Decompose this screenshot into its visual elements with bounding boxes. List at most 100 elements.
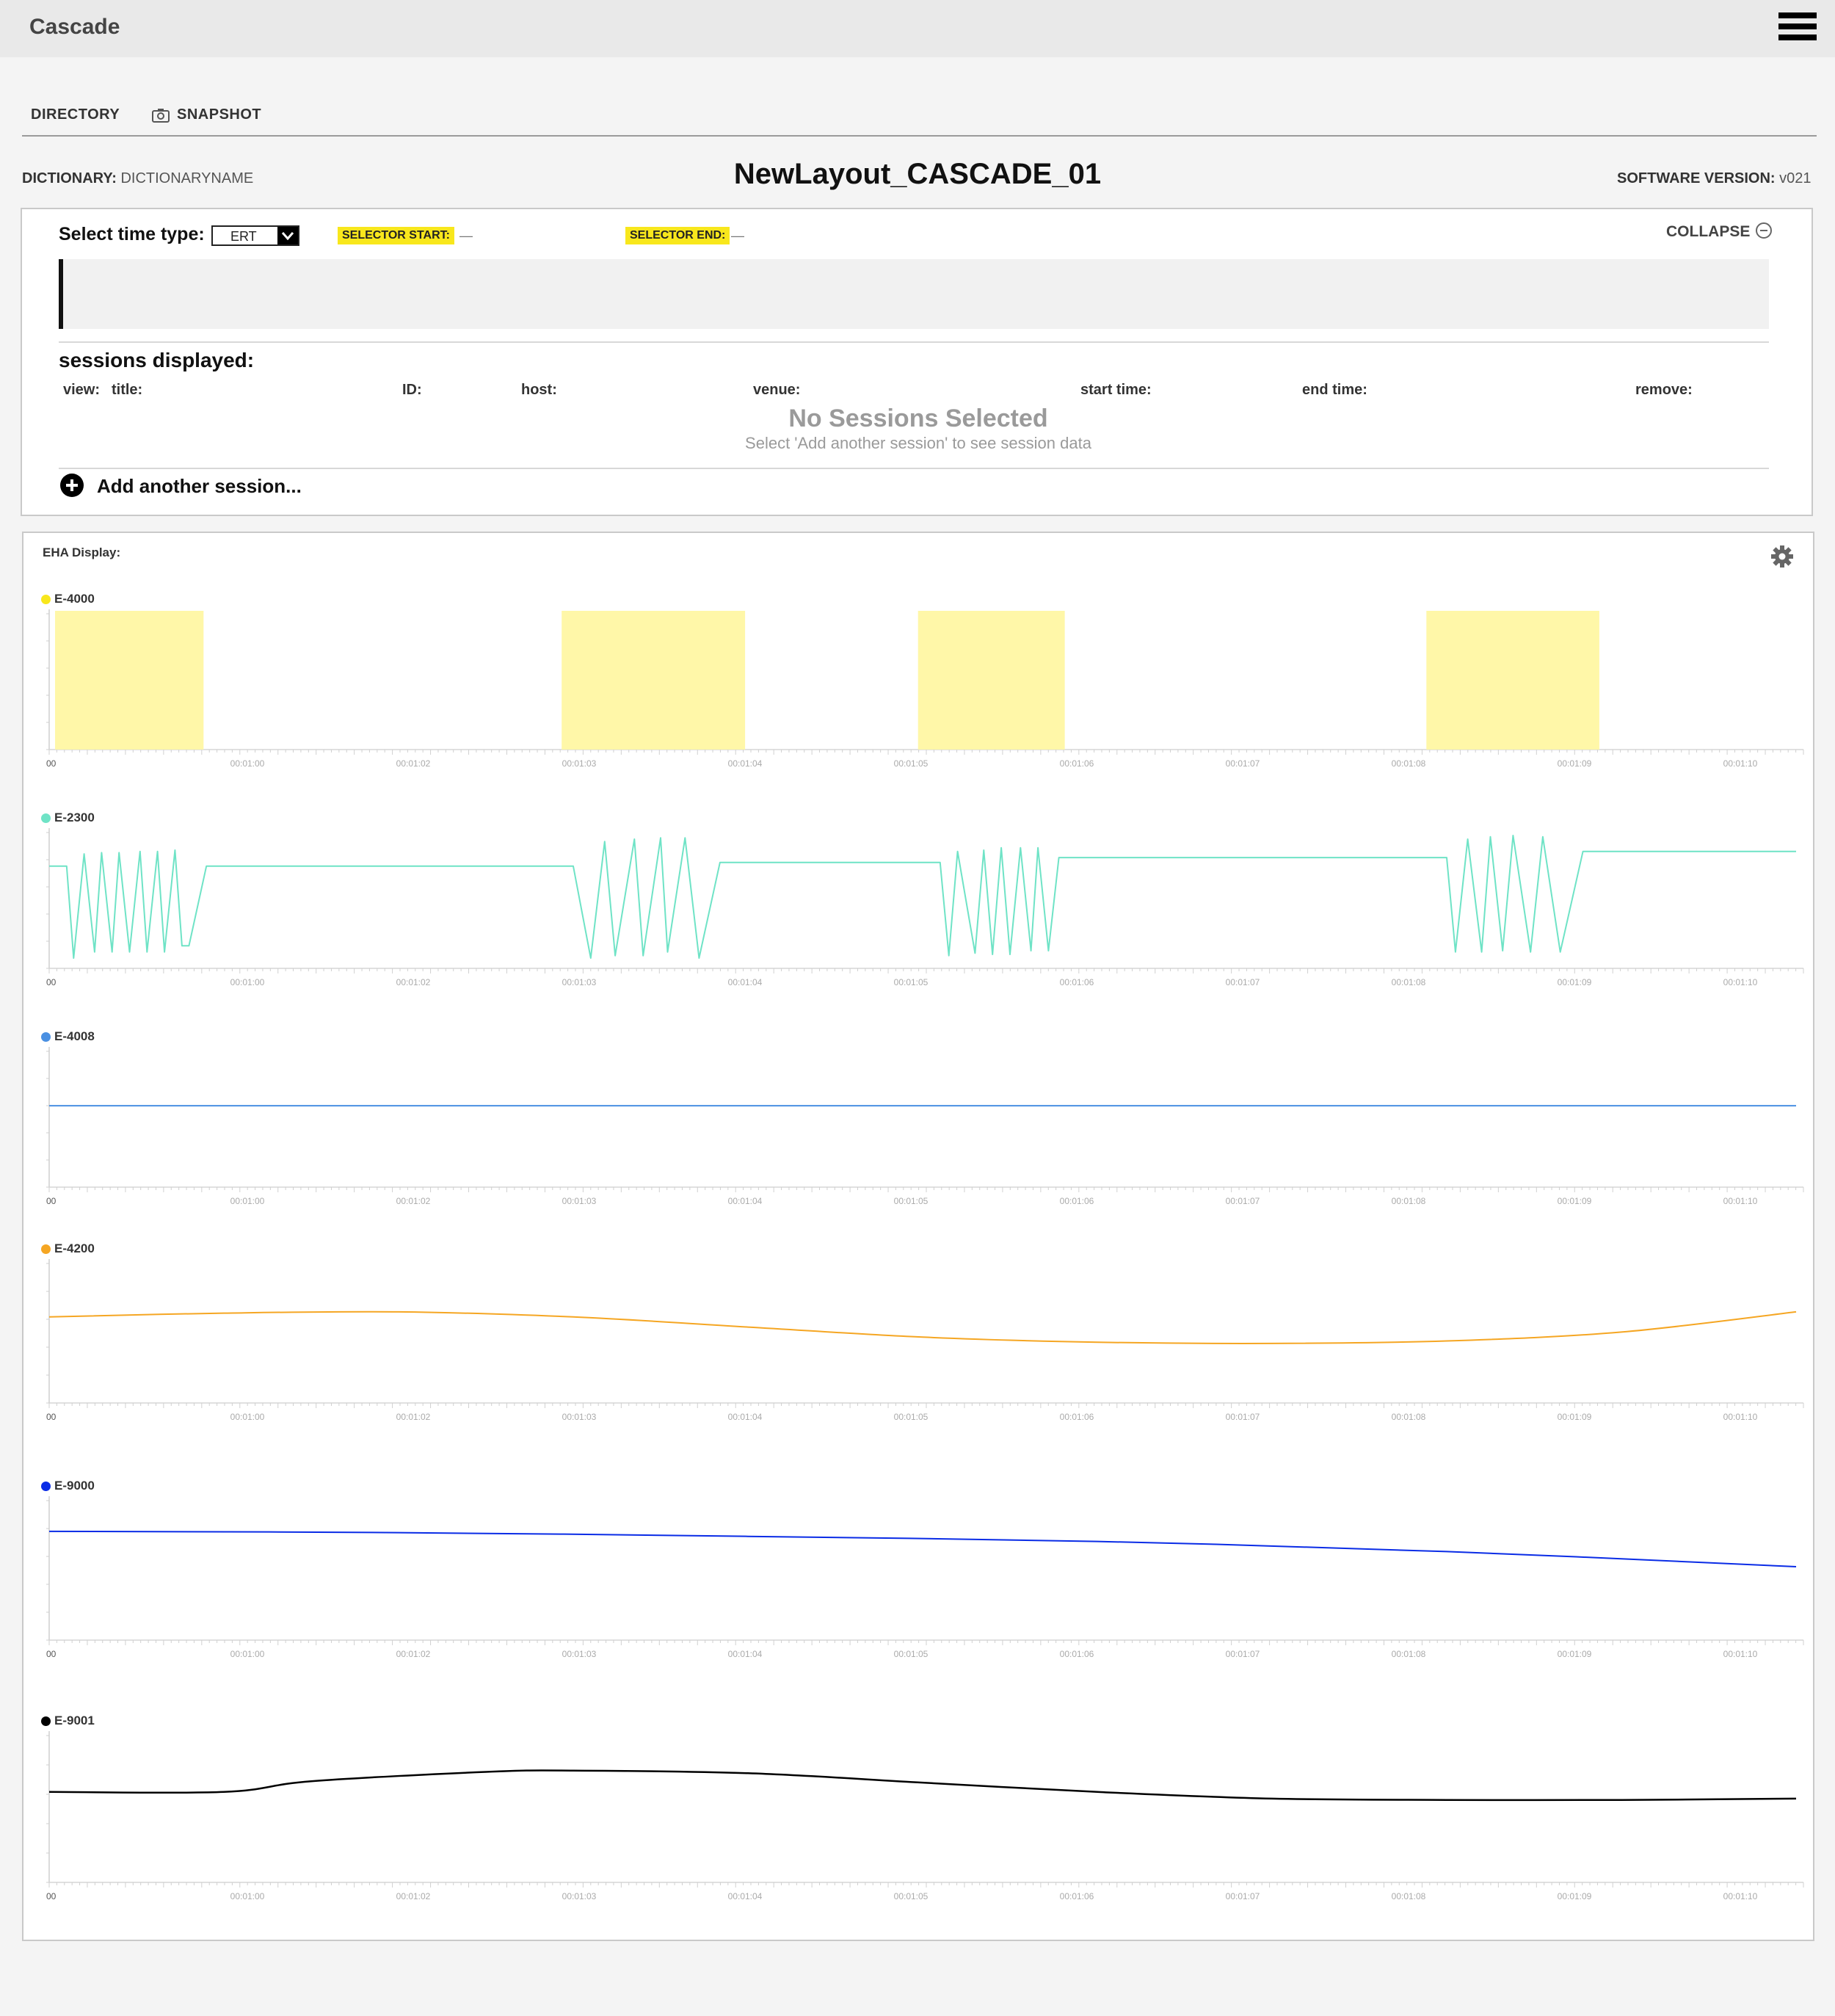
chart-e-4008: 00 00:01:00 00:01:02 00:01:03 00:01:04 00:01:… [46, 1047, 1804, 1206]
col-header-host: host: [521, 382, 557, 398]
selector-end-label: SELECTOR END: [625, 227, 730, 244]
x-tick-label: 00:01:09 [1558, 758, 1592, 769]
chart-label-e-4000: E-4000 [41, 592, 95, 606]
add-session-label: Add another session... [97, 475, 302, 497]
chart-label-e-4008: E-4008 [41, 1029, 95, 1044]
collapse-label: COLLAPSE [1666, 223, 1751, 240]
x-tick-label: 00:01:08 [1392, 1196, 1426, 1206]
x-tick-label: 00:01:05 [894, 1412, 929, 1422]
series-name: E-9000 [54, 1479, 95, 1493]
selector-start-label: SELECTOR START: [338, 227, 454, 244]
time-type-select[interactable]: ERT [211, 225, 299, 246]
chart-e-9000: 00 00:01:00 00:01:02 00:01:03 00:01:04 00:01:… [46, 1496, 1804, 1659]
software-label: SOFTWARE VERSION: [1617, 170, 1776, 186]
chart-label-e-2300: E-2300 [41, 811, 95, 825]
x-tick-label: 00:01:09 [1558, 1649, 1592, 1659]
col-header-venue: venue: [753, 382, 801, 398]
chart-e-4000: 00 00:01:00 00:01:02 00:01:03 00:01:04 00:01:… [46, 609, 1804, 769]
x-tick-label: 00:01:02 [396, 758, 431, 769]
x-tick-label: 00 [46, 1891, 57, 1901]
col-header-title: title: [112, 382, 143, 398]
x-tick-label: 00:01:05 [894, 758, 929, 769]
selector-start-value: — [459, 228, 473, 243]
x-tick-label: 00:01:10 [1723, 758, 1758, 769]
x-tick-label: 00:01:07 [1226, 1649, 1260, 1659]
x-tick-label: 00:01:00 [230, 1196, 265, 1206]
state-bar [55, 611, 204, 750]
series-dot-icon [41, 1032, 51, 1042]
hamburger-menu-icon[interactable] [1778, 12, 1817, 43]
x-tick-label: 00:01:03 [562, 1196, 597, 1206]
series-line [49, 835, 1796, 959]
x-tick-label: 00:01:04 [728, 758, 763, 769]
col-header-id: ID: [402, 382, 422, 398]
timeline-selector[interactable] [59, 259, 1769, 329]
series-name: E-4008 [54, 1029, 95, 1043]
x-tick-label: 00:01:07 [1226, 977, 1260, 987]
x-tick-label: 00:01:04 [728, 977, 763, 987]
series-line [48, 1769, 1797, 1802]
x-tick-label: 00:01:00 [230, 1891, 265, 1901]
x-tick-label: 00:01:02 [396, 977, 431, 987]
chart-label-e-4200: E-4200 [41, 1241, 95, 1256]
x-tick-label: 00:01:05 [894, 1891, 929, 1901]
x-tick-label: 00:01:07 [1226, 1196, 1260, 1206]
x-tick-label: 00:01:04 [728, 1891, 763, 1901]
series-dot-icon [41, 1244, 51, 1254]
x-tick-label: 00:01:06 [1060, 977, 1094, 987]
x-tick-label: 00:01:06 [1060, 1649, 1094, 1659]
x-tick-label: 00:01:10 [1723, 1196, 1758, 1206]
gear-icon[interactable] [1770, 545, 1794, 568]
software-value: v021 [1779, 170, 1812, 186]
x-tick-label: 00:01:04 [728, 1412, 763, 1422]
series-name: E-4200 [54, 1241, 95, 1255]
x-tick-label: 00:01:09 [1558, 1196, 1592, 1206]
x-tick-label: 00:01:06 [1060, 758, 1094, 769]
minus-circle-icon [1756, 222, 1773, 239]
empty-state-title: No Sessions Selected [788, 405, 1048, 432]
x-tick-label: 00:01:03 [562, 1891, 597, 1901]
series-dot-icon [41, 595, 51, 604]
tab-directory[interactable]: DIRECTORY [31, 106, 120, 123]
chevron-down-icon [277, 227, 298, 244]
x-tick-label: 00:01:03 [562, 977, 597, 987]
x-tick-label: 00:01:09 [1558, 1891, 1592, 1901]
x-tick-label: 00 [46, 1196, 57, 1206]
series-dot-icon [41, 813, 51, 823]
eha-display-title: EHA Display: [43, 545, 121, 559]
x-tick-label: 00:01:02 [396, 1196, 431, 1206]
x-tick-label: 00:01:09 [1558, 977, 1592, 987]
state-bar [918, 611, 1065, 750]
session-panel: Select time type: ERT SELECTOR START: — … [21, 208, 1813, 516]
x-tick-label: 00:01:10 [1723, 977, 1758, 987]
x-tick-label: 00:01:06 [1060, 1891, 1094, 1901]
chart-e-4200: 00 00:01:00 00:01:02 00:01:03 00:01:04 00:01:… [46, 1259, 1804, 1422]
x-tick-label: 00:01:08 [1392, 1649, 1426, 1659]
collapse-button[interactable]: COLLAPSE [1666, 222, 1773, 241]
series-name: E-4000 [54, 592, 95, 606]
x-tick-label: 00:01:06 [1060, 1412, 1094, 1422]
eha-display-panel: EHA Display: E-4000 00 00:01:00 00:01:02 00:… [22, 532, 1814, 1941]
x-tick-label: 00 [46, 1412, 57, 1422]
sessions-title: sessions displayed: [59, 349, 255, 371]
col-header-remove: remove: [1635, 382, 1693, 398]
plus-circle-icon [60, 474, 84, 497]
x-tick-label: 00:01:08 [1392, 1891, 1426, 1901]
software-version: SOFTWARE VERSION: v021 [1617, 170, 1812, 187]
tab-snapshot[interactable]: SNAPSHOT [152, 106, 261, 123]
col-header-end-time: end time: [1302, 382, 1367, 398]
x-tick-label: 00 [46, 1649, 57, 1659]
chart-e-9001: 00 00:01:00 00:01:02 00:01:03 00:01:04 00:01:… [46, 1731, 1804, 1901]
x-tick-label: 00:01:03 [562, 1649, 597, 1659]
x-tick-label: 00 [46, 758, 57, 769]
state-bar [1426, 611, 1599, 750]
app-title: Cascade [29, 15, 120, 39]
series-dot-icon [41, 1716, 51, 1726]
divider [59, 341, 1769, 343]
x-tick-label: 00:01:00 [230, 758, 265, 769]
add-session-button[interactable]: Add another session... [60, 474, 302, 498]
x-tick-label: 00:01:07 [1226, 758, 1260, 769]
x-tick-label: 00:01:05 [894, 1649, 929, 1659]
time-type-label: Select time type: [59, 224, 205, 244]
series-name: E-2300 [54, 811, 95, 824]
